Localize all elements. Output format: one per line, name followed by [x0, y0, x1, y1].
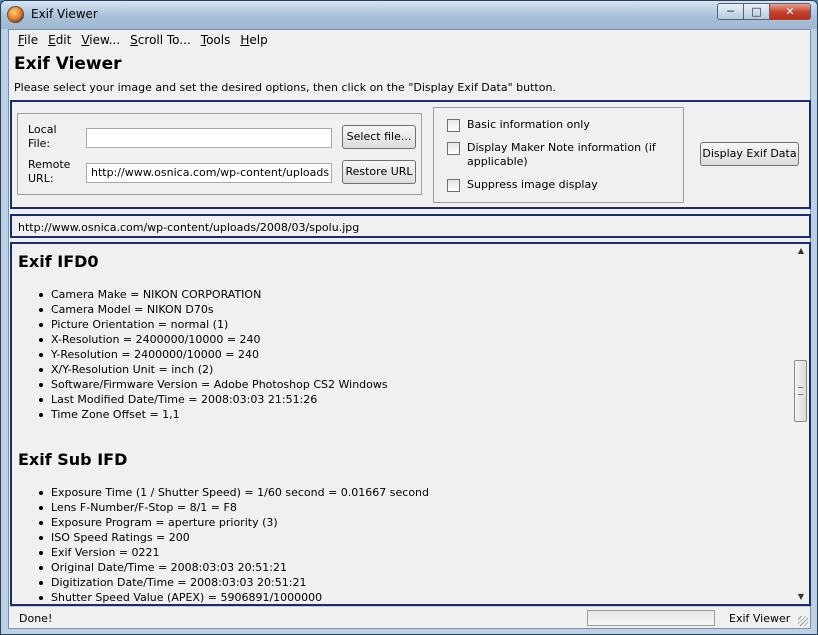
ifd0-property-list: Camera Make = NIKON CORPORATION Camera M… — [18, 287, 793, 422]
list-item: X/Y-Resolution Unit = inch (2) — [39, 362, 793, 377]
window-title: Exif Viewer — [31, 7, 98, 21]
suppress-image-label: Suppress image display — [467, 178, 598, 191]
scroll-up-arrow-icon[interactable]: ▲ — [796, 246, 806, 256]
menu-scroll-to[interactable]: Scroll To... — [125, 30, 196, 50]
instruction-text: Please select your image and set the des… — [14, 81, 556, 94]
list-item: Software/Firmware Version = Adobe Photos… — [39, 377, 793, 392]
list-item: Exposure Time (1 / Shutter Speed) = 1/60… — [39, 485, 793, 500]
section-heading-sub-ifd: Exif Sub IFD — [18, 450, 128, 469]
maker-note-checkbox[interactable] — [447, 142, 460, 155]
section-heading-ifd0: Exif IFD0 — [18, 252, 99, 271]
scroll-down-arrow-icon[interactable]: ▼ — [796, 592, 806, 602]
list-item: Shutter Speed Value (APEX) = 5906891/100… — [39, 590, 793, 604]
close-button[interactable]: ✕ — [769, 3, 811, 20]
menu-tools[interactable]: Tools — [196, 30, 236, 50]
progress-bar — [587, 610, 715, 626]
list-item: Camera Model = NIKON D70s — [39, 302, 793, 317]
list-item: Y-Resolution = 2400000/10000 = 240 — [39, 347, 793, 362]
status-bar: Done! Exif Viewer — [9, 606, 810, 628]
menu-edit[interactable]: Edit — [43, 30, 76, 50]
local-file-input[interactable] — [86, 128, 332, 148]
list-item: Exif Version = 0221 — [39, 545, 793, 560]
basic-info-option[interactable]: Basic information only — [447, 118, 590, 132]
title-bar[interactable]: Exif Viewer ─ □ ✕ — [1, 1, 817, 29]
page-title: Exif Viewer — [14, 54, 122, 74]
maker-note-label: Display Maker Note information (if appli… — [467, 141, 656, 168]
display-exif-data-button[interactable]: Display Exif Data — [700, 142, 799, 166]
suppress-image-option[interactable]: Suppress image display — [447, 178, 598, 192]
list-item: ISO Speed Ratings = 200 — [39, 530, 793, 545]
app-window: Exif Viewer ─ □ ✕ File Edit View... Scro… — [0, 0, 818, 635]
current-url-text: http://www.osnica.com/wp-content/uploads… — [18, 221, 360, 234]
status-text: Done! — [19, 612, 53, 625]
list-item: Original Date/Time = 2008:03:03 20:51:21 — [39, 560, 793, 575]
remote-url-label: Remote URL: — [28, 158, 71, 185]
client-area: File Edit View... Scroll To... Tools Hel… — [8, 29, 811, 629]
current-url-bar: http://www.osnica.com/wp-content/uploads… — [10, 214, 811, 238]
grip-icon — [798, 387, 803, 395]
select-file-button[interactable]: Select file... — [342, 125, 416, 149]
status-app-name: Exif Viewer — [729, 612, 791, 625]
options-panel: Local File: Select file... Remote URL: h… — [10, 100, 811, 209]
sub-ifd-property-list: Exposure Time (1 / Shutter Speed) = 1/60… — [18, 485, 793, 604]
menu-bar: File Edit View... Scroll To... Tools Hel… — [9, 30, 810, 50]
list-item: X-Resolution = 2400000/10000 = 240 — [39, 332, 793, 347]
list-item: Time Zone Offset = 1,1 — [39, 407, 793, 422]
basic-info-label: Basic information only — [467, 118, 590, 131]
minimize-button[interactable]: ─ — [717, 3, 743, 20]
menu-file[interactable]: File — [13, 30, 43, 50]
suppress-image-checkbox[interactable] — [447, 179, 460, 192]
vertical-scrollbar[interactable]: ▲ ▼ — [793, 244, 809, 604]
exif-results-panel[interactable]: Exif IFD0 Camera Make = NIKON CORPORATIO… — [10, 242, 811, 606]
menu-help[interactable]: Help — [235, 30, 272, 50]
local-file-label: Local File: — [28, 123, 57, 150]
maker-note-option[interactable]: Display Maker Note information (if appli… — [447, 141, 675, 169]
list-item: Camera Make = NIKON CORPORATION — [39, 287, 793, 302]
firefox-logo-icon — [7, 6, 24, 23]
remote-url-input[interactable]: http://www.osnica.com/wp-content/uploads — [86, 163, 332, 183]
list-item: Last Modified Date/Time = 2008:03:03 21:… — [39, 392, 793, 407]
basic-info-checkbox[interactable] — [447, 119, 460, 132]
list-item: Picture Orientation = normal (1) — [39, 317, 793, 332]
display-options-group: Basic information only Display Maker Not… — [433, 107, 684, 203]
resize-grip-icon[interactable] — [798, 616, 808, 626]
maximize-button[interactable]: □ — [743, 3, 769, 20]
scrollbar-thumb[interactable] — [794, 360, 807, 422]
window-controls: ─ □ ✕ — [717, 3, 811, 21]
menu-view[interactable]: View... — [76, 30, 125, 50]
list-item: Exposure Program = aperture priority (3) — [39, 515, 793, 530]
file-source-group: Local File: Select file... Remote URL: h… — [17, 113, 422, 195]
exif-results-content: Exif IFD0 Camera Make = NIKON CORPORATIO… — [12, 244, 793, 604]
list-item: Lens F-Number/F-Stop = 8/1 = F8 — [39, 500, 793, 515]
restore-url-button[interactable]: Restore URL — [342, 160, 416, 184]
list-item: Digitization Date/Time = 2008:03:03 20:5… — [39, 575, 793, 590]
